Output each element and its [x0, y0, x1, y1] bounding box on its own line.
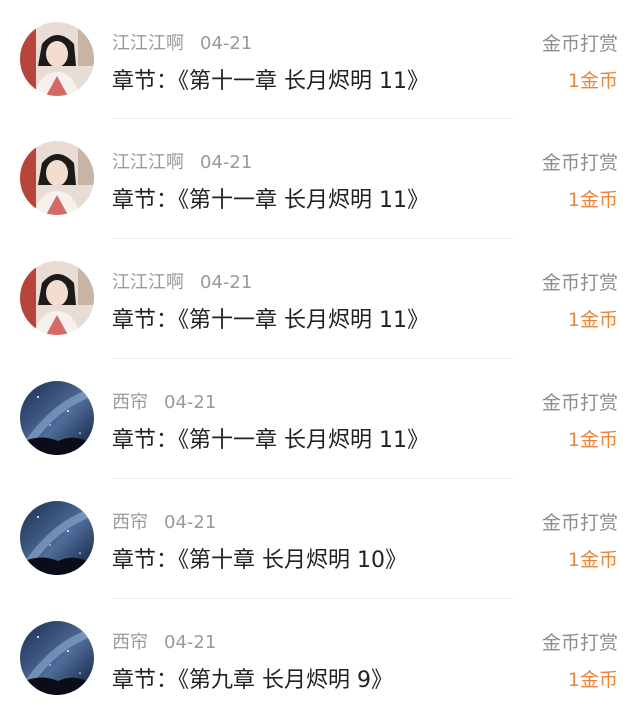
avatar-night-sky[interactable] [20, 501, 94, 575]
record-meta: 江江江啊 04-21 [112, 148, 252, 174]
username[interactable]: 江江江啊 [112, 152, 184, 173]
record-date: 04-21 [200, 152, 253, 173]
record-meta: 西帘 04-21 [112, 508, 216, 534]
tip-amount: 1金币 [567, 189, 618, 211]
list-item[interactable]: 江江江啊 04-21 章节：《第十一章 长月烬明 11》 金币打赏 1金币 [0, 0, 640, 119]
tip-amount: 1金币 [567, 429, 618, 451]
username[interactable]: 西帘 [112, 392, 148, 413]
avatar-woman-portrait[interactable] [20, 261, 94, 335]
list-item[interactable]: 江江江啊 04-21 章节：《第十一章 长月烬明 11》 金币打赏 1金币 [0, 119, 640, 239]
record-meta: 江江江啊 04-21 [112, 29, 252, 55]
record-date: 04-21 [164, 392, 217, 413]
tip-records-list: 江江江啊 04-21 章节：《第十一章 长月烬明 11》 金币打赏 1金币 江江江… [0, 0, 640, 728]
record-date: 04-21 [200, 272, 253, 293]
list-item[interactable]: 西帘 04-21 章节：《第十一章 长月烬明 11》 金币打赏 1金币 [0, 359, 640, 479]
record-date: 04-21 [200, 33, 253, 54]
list-item[interactable]: 江江江啊 04-21 章节：《第十一章 长月烬明 11》 金币打赏 1金币 [0, 239, 640, 359]
record-date: 04-21 [164, 512, 217, 533]
tip-type-label: 金币打赏 [541, 632, 618, 654]
username[interactable]: 西帘 [112, 632, 148, 653]
tip-type-label: 金币打赏 [541, 152, 618, 174]
tip-amount: 1金币 [567, 669, 618, 691]
chapter-title: 章节：《第十章 长月烬明 10》 [112, 548, 407, 573]
tip-type-label: 金币打赏 [541, 392, 618, 414]
record-meta: 西帘 04-21 [112, 388, 216, 414]
avatar-woman-portrait[interactable] [20, 22, 94, 96]
record-date: 04-21 [164, 632, 217, 653]
tip-amount: 1金币 [567, 309, 618, 331]
chapter-title: 章节：《第九章 长月烬明 9》 [112, 668, 393, 693]
tip-type-label: 金币打赏 [541, 33, 618, 55]
username[interactable]: 江江江啊 [112, 272, 184, 293]
chapter-title: 章节：《第十一章 长月烬明 11》 [112, 428, 429, 453]
tip-amount: 1金币 [567, 549, 618, 571]
avatar-night-sky[interactable] [20, 621, 94, 695]
avatar-woman-portrait[interactable] [20, 141, 94, 215]
tip-type-label: 金币打赏 [541, 272, 618, 294]
list-item[interactable]: 西帘 04-21 章节：《第十章 长月烬明 10》 金币打赏 1金币 [0, 479, 640, 599]
tip-amount: 1金币 [567, 70, 618, 92]
record-meta: 江江江啊 04-21 [112, 268, 252, 294]
chapter-title: 章节：《第十一章 长月烬明 11》 [112, 188, 429, 213]
chapter-title: 章节：《第十一章 长月烬明 11》 [112, 308, 429, 333]
list-item[interactable]: 西帘 04-21 章节：《第九章 长月烬明 9》 金币打赏 1金币 [0, 599, 640, 719]
username[interactable]: 江江江啊 [112, 33, 184, 54]
record-meta: 西帘 04-21 [112, 628, 216, 654]
username[interactable]: 西帘 [112, 512, 148, 533]
tip-type-label: 金币打赏 [541, 512, 618, 534]
avatar-night-sky[interactable] [20, 381, 94, 455]
chapter-title: 章节：《第十一章 长月烬明 11》 [112, 69, 429, 94]
